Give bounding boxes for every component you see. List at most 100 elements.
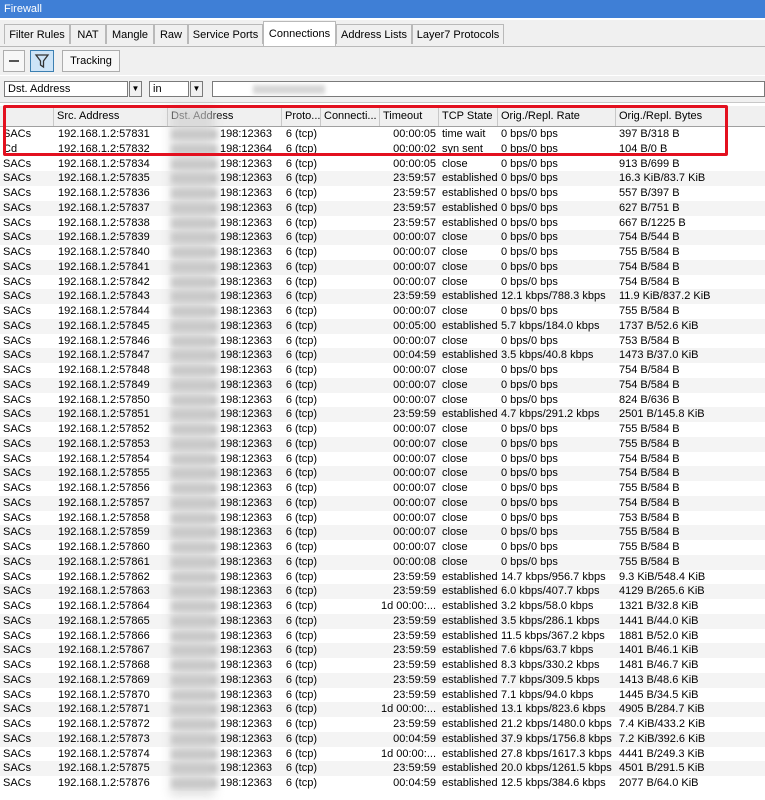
- table-row[interactable]: SACs 192.168.1.2:57854 198:12363 6 (tcp) 00:…: [0, 451, 765, 467]
- cell-bytes: 755 B/584 B: [619, 526, 680, 539]
- table-row[interactable]: SACs 192.168.1.2:57848 198:12363 6 (tcp) 00:…: [0, 363, 765, 378]
- table-row[interactable]: SACs 192.168.1.2:57861 198:12363 6 (tcp) 00:…: [0, 554, 765, 570]
- cell-flags: SACs: [3, 614, 32, 627]
- filter-operator-select[interactable]: in: [149, 81, 189, 97]
- tab-service-ports[interactable]: Service Ports: [188, 24, 263, 44]
- table-row[interactable]: SACs 192.168.1.2:57866 198:12363 6 (tcp) 23:…: [0, 628, 765, 644]
- table-row[interactable]: SACs 192.168.1.2:57862 198:12363 6 (tcp) 23:…: [0, 569, 765, 585]
- table-row[interactable]: SACs 192.168.1.2:57840 198:12363 6 (tcp) 00:…: [0, 245, 765, 260]
- table-row[interactable]: SACs 192.168.1.2:57870 198:12363 6 (tcp) 23:…: [0, 687, 765, 703]
- tab-mangle[interactable]: Mangle: [106, 24, 154, 44]
- cell-src-address: 192.168.1.2:57864: [58, 600, 150, 612]
- cell-protocol: 6 (tcp): [285, 290, 317, 303]
- cell-connection-type: [321, 245, 380, 260]
- table-row[interactable]: SACs 192.168.1.2:57851 198:12363 6 (tcp) 23:…: [0, 407, 765, 422]
- filter-button[interactable]: [30, 50, 54, 72]
- cell-tcp-state: established: [442, 408, 498, 421]
- table-row[interactable]: SACs 192.168.1.2:57839 198:12363 6 (tcp) 00:…: [0, 230, 765, 245]
- table-row[interactable]: SACs 192.168.1.2:57856 198:12363 6 (tcp) 00:…: [0, 481, 765, 496]
- remove-button[interactable]: [3, 50, 25, 72]
- table-row[interactable]: SACs 192.168.1.2:57868 198:12363 6 (tcp) 23:…: [0, 658, 765, 673]
- table-row[interactable]: SACs 192.168.1.2:57850 198:12363 6 (tcp) 00:…: [0, 392, 765, 408]
- col-protocol[interactable]: Proto...: [282, 106, 321, 126]
- table-row[interactable]: SACs 192.168.1.2:57853 198:12363 6 (tcp) 00:…: [0, 436, 765, 452]
- table-row[interactable]: SACs 192.168.1.2:57846 198:12363 6 (tcp) 00:…: [0, 333, 765, 349]
- table-row[interactable]: SACs 192.168.1.2:57863 198:12363 6 (tcp) 23:…: [0, 584, 765, 599]
- filter-value-input[interactable]: [212, 81, 765, 97]
- chevron-down-icon[interactable]: ▼: [129, 81, 142, 97]
- table-row[interactable]: SACs 192.168.1.2:57847 198:12363 6 (tcp) 00:…: [0, 348, 765, 363]
- table-row[interactable]: SACs 192.168.1.2:57852 198:12363 6 (tcp) 00:…: [0, 422, 765, 437]
- table-row[interactable]: SACs 192.168.1.2:57836 198:12363 6 (tcp) 23:…: [0, 186, 765, 201]
- table-row[interactable]: SACs 192.168.1.2:57843 198:12363 6 (tcp) 23:…: [0, 289, 765, 304]
- filter-field-select[interactable]: Dst. Address: [4, 81, 128, 97]
- cell-flags: SACs: [3, 216, 32, 229]
- cell-rate: 0 bps/0 bps: [501, 423, 558, 435]
- table-row[interactable]: SACs 192.168.1.2:57865 198:12363 6 (tcp) 23:…: [0, 613, 765, 629]
- table-row[interactable]: SACs 192.168.1.2:57837 198:12363 6 (tcp) 23:…: [0, 200, 765, 216]
- tracking-button[interactable]: Tracking: [62, 50, 120, 72]
- cell-connection-type: [321, 481, 380, 496]
- table-row[interactable]: SACs 192.168.1.2:57838 198:12363 6 (tcp) 23:…: [0, 215, 765, 231]
- col-src-address[interactable]: Src. Address: [54, 106, 168, 126]
- col-bytes[interactable]: Orig./Repl. Bytes: [616, 106, 728, 126]
- table-row[interactable]: SACs 192.168.1.2:57857 198:12363 6 (tcp) 00:…: [0, 495, 765, 511]
- cell-timeout: 23:59:59: [393, 585, 436, 598]
- table-row[interactable]: SACs 192.168.1.2:57858 198:12363 6 (tcp) 00:…: [0, 510, 765, 526]
- redacted-ip: [172, 307, 217, 316]
- table-row[interactable]: SACs 192.168.1.2:57835 198:12363 6 (tcp) 23:…: [0, 171, 765, 186]
- tab-raw[interactable]: Raw: [154, 24, 188, 44]
- table-row[interactable]: SACs 192.168.1.2:57873 198:12363 6 (tcp) 00:…: [0, 731, 765, 747]
- tab-layer7-protocols[interactable]: Layer7 Protocols: [412, 24, 504, 44]
- tab-address-lists[interactable]: Address Lists: [336, 24, 412, 44]
- cell-protocol: 6 (tcp): [285, 747, 317, 760]
- cell-flags: SACs: [3, 408, 32, 421]
- table-row[interactable]: SACs 192.168.1.2:57844 198:12363 6 (tcp) 00:…: [0, 304, 765, 319]
- col-tcp-state[interactable]: TCP State: [439, 106, 498, 126]
- cell-protocol: 6 (tcp): [285, 157, 317, 170]
- cell-bytes: 755 B/584 B: [619, 246, 680, 258]
- table-row[interactable]: SACs 192.168.1.2:57872 198:12363 6 (tcp) 23:…: [0, 717, 765, 732]
- table-row[interactable]: Cd 192.168.1.2:57832 198:12364 6 (tcp) 00:00…: [0, 141, 765, 157]
- table-row[interactable]: SACs 192.168.1.2:57860 198:12363 6 (tcp) 00:…: [0, 540, 765, 555]
- table-row[interactable]: SACs 192.168.1.2:57875 198:12363 6 (tcp) 23:…: [0, 761, 765, 776]
- table-row[interactable]: SACs 192.168.1.2:57867 198:12363 6 (tcp) 23:…: [0, 643, 765, 658]
- table-row[interactable]: SACs 192.168.1.2:57871 198:12363 6 (tcp) 1d …: [0, 702, 765, 717]
- redacted-ip: [172, 616, 217, 626]
- table-row[interactable]: SACs 192.168.1.2:57859 198:12363 6 (tcp) 00:…: [0, 525, 765, 540]
- cell-timeout: 23:59:57: [393, 201, 436, 214]
- cell-rate: 21.2 kbps/1480.0 kbps: [501, 718, 612, 730]
- cell-connection-type: [321, 496, 380, 511]
- col-rate[interactable]: Orig./Repl. Rate: [498, 106, 616, 126]
- cell-timeout: 23:59:59: [393, 659, 436, 671]
- col-flags[interactable]: [0, 106, 54, 126]
- table-row[interactable]: SACs 192.168.1.2:57849 198:12363 6 (tcp) 00:…: [0, 377, 765, 393]
- cell-timeout: 00:00:05: [393, 128, 436, 140]
- table-row[interactable]: SACs 192.168.1.2:57874 198:12363 6 (tcp) 1d …: [0, 746, 765, 762]
- table-row[interactable]: SACs 192.168.1.2:57869 198:12363 6 (tcp) 23:…: [0, 672, 765, 688]
- cell-src-address: 192.168.1.2:57834: [58, 157, 150, 170]
- chevron-down-icon[interactable]: ▼: [190, 81, 203, 97]
- cell-bytes: 627 B/751 B: [619, 201, 680, 214]
- table-row[interactable]: SACs 192.168.1.2:57855 198:12363 6 (tcp) 00:…: [0, 466, 765, 481]
- tab-connections[interactable]: Connections: [263, 21, 336, 46]
- dst-port-text: 198:12363: [220, 305, 272, 317]
- cell-dst-address: 198:12363: [168, 570, 282, 585]
- table-row[interactable]: SACs 192.168.1.2:57834 198:12363 6 (tcp) 00:…: [0, 156, 765, 172]
- col-timeout[interactable]: Timeout: [380, 106, 439, 126]
- cell-protocol: 6 (tcp): [285, 703, 317, 716]
- table-row[interactable]: SACs 192.168.1.2:57876 198:12363 6 (tcp) 00:…: [0, 776, 765, 791]
- tab-filter-rules[interactable]: Filter Rules: [4, 24, 70, 44]
- table-row[interactable]: SACs 192.168.1.2:57864 198:12363 6 (tcp) 1d …: [0, 599, 765, 614]
- col-dst-address[interactable]: Dst. Address: [168, 106, 282, 126]
- table-row[interactable]: SACs 192.168.1.2:57842 198:12363 6 (tcp) 00:…: [0, 274, 765, 290]
- table-row[interactable]: SACs 192.168.1.2:57841 198:12363 6 (tcp) 00:…: [0, 259, 765, 275]
- tab-nat[interactable]: NAT: [70, 24, 106, 44]
- cell-flags: SACs: [3, 541, 32, 553]
- cell-connection-type: [321, 761, 380, 776]
- cell-rate: 8.3 kbps/330.2 kbps: [501, 659, 600, 671]
- col-connection-type[interactable]: Connecti...: [321, 106, 380, 126]
- table-row[interactable]: SACs 192.168.1.2:57831 198:12363 6 (tcp) 00:…: [0, 127, 765, 142]
- table-row[interactable]: SACs 192.168.1.2:57845 198:12363 6 (tcp) 00:…: [0, 318, 765, 334]
- cell-protocol: 6 (tcp): [285, 408, 317, 421]
